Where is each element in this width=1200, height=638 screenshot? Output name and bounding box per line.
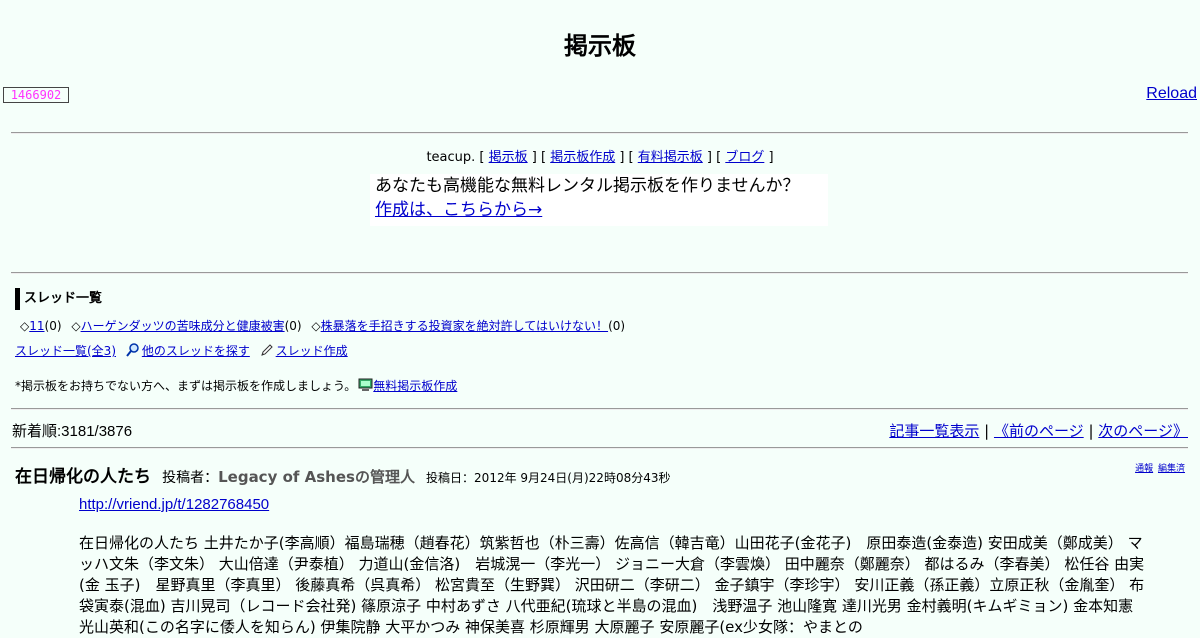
new-count: 新着順:3181/3876 bbox=[12, 423, 133, 440]
search-threads-link[interactable]: 他のスレッドを探す bbox=[142, 344, 250, 358]
teacup-link-bbs[interactable]: 掲示板 bbox=[489, 150, 528, 165]
divider bbox=[11, 132, 1188, 134]
post-body: 在日帰化の人たち 土井たか子(李高順）福島瑞穂（趙春花）筑紫哲也（朴三壽）佐高信… bbox=[79, 534, 1145, 636]
teacup-link-blog[interactable]: ブログ bbox=[725, 150, 764, 165]
thread-actions: スレッド一覧(全3) 他のスレッドを探す スレッド作成 bbox=[15, 342, 348, 360]
pencil-icon bbox=[260, 343, 274, 357]
post-header: 在日帰化の人たち 投稿者：Legacy of Ashesの管理人 投稿日：201… bbox=[15, 462, 670, 487]
promo-box: あなたも高機能な無料レンタル掲示板を作りませんか？ 作成は、こちらから→ bbox=[370, 174, 828, 226]
prev-page-link[interactable]: 《前のページ bbox=[994, 422, 1084, 440]
divider bbox=[11, 447, 1188, 449]
post-title: 在日帰化の人たち bbox=[15, 467, 151, 487]
thread-item: ◇11(0) bbox=[20, 319, 62, 333]
magnifier-icon bbox=[126, 343, 140, 357]
post-tools: 通報 編集済 bbox=[1133, 461, 1185, 474]
report-link[interactable]: 通報 bbox=[1135, 464, 1153, 474]
thread-item: ◇株暴落を手招きする投資家を絶対許してはいけない！(0) bbox=[311, 319, 626, 333]
edited-link[interactable]: 編集済 bbox=[1158, 464, 1185, 474]
promo-text: あなたも高機能な無料レンタル掲示板を作りませんか？ bbox=[375, 176, 800, 196]
post-date: 投稿日：2012年 9月24日(月)22時08分43秒 bbox=[426, 471, 671, 485]
thread-link[interactable]: ハーゲンダッツの苦味成分と健康被害 bbox=[81, 319, 285, 333]
free-bbs-link[interactable]: 無料掲示板作成 bbox=[373, 379, 457, 393]
thread-list: ◇11(0) ◇ハーゲンダッツの苦味成分と健康被害(0) ◇株暴落を手招きする投… bbox=[20, 318, 631, 334]
next-page-link[interactable]: 次のページ》 bbox=[1098, 422, 1188, 440]
divider bbox=[11, 408, 1188, 410]
computer-icon bbox=[358, 378, 373, 392]
page-title: 掲示板 bbox=[564, 32, 636, 60]
thread-link[interactable]: 11 bbox=[29, 319, 44, 333]
access-counter: 1466902 bbox=[3, 87, 69, 103]
all-threads-link[interactable]: スレッド一覧(全3) bbox=[15, 344, 116, 358]
divider bbox=[11, 272, 1188, 274]
post-list-link[interactable]: 記事一覧表示 bbox=[889, 422, 979, 440]
post-by-label: 投稿者： bbox=[162, 470, 219, 486]
pager: 記事一覧表示 | 《前のページ | 次のページ》 bbox=[889, 422, 1188, 440]
create-thread-link[interactable]: スレッド作成 bbox=[276, 344, 348, 358]
teacup-link-paid[interactable]: 有料掲示板 bbox=[638, 150, 703, 165]
reload-link[interactable]: Reload bbox=[1146, 85, 1197, 103]
promo-link[interactable]: 作成は、こちらから→ bbox=[375, 200, 542, 220]
create-note: *掲示板をお持ちでない方へ、まずは掲示板を作成しましょう。 無料掲示板作成 bbox=[15, 378, 458, 393]
post-author: Legacy of Ashesの管理人 bbox=[218, 468, 415, 486]
teacup-nav: teacup. [ 掲示板 ] [ 掲示板作成 ] [ 有料掲示板 ] [ ブロ… bbox=[426, 150, 774, 165]
post-url-link[interactable]: http://vriend.jp/t/1282768450 bbox=[79, 496, 269, 513]
thread-list-heading: スレッド一覧 bbox=[15, 288, 102, 310]
teacup-link-create[interactable]: 掲示板作成 bbox=[550, 150, 615, 165]
thread-link[interactable]: 株暴落を手招きする投資家を絶対許してはいけない！ bbox=[321, 319, 608, 333]
thread-item: ◇ハーゲンダッツの苦味成分と健康被害(0) bbox=[71, 319, 302, 333]
